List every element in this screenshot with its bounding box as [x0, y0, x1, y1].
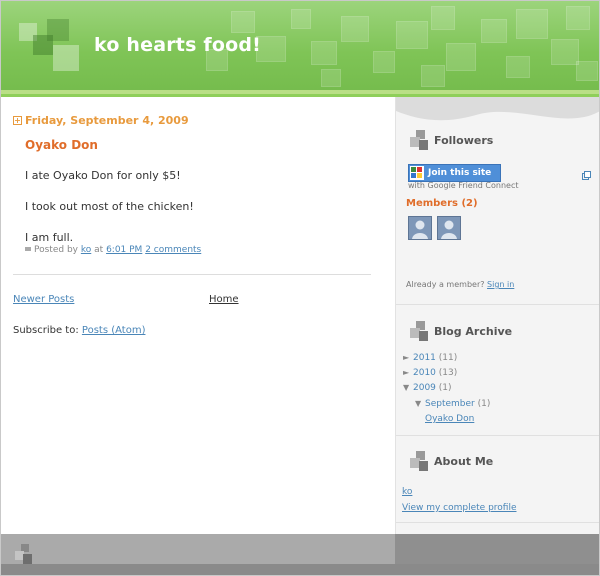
profile-name-link[interactable]: ko	[402, 487, 412, 497]
sign-in-link[interactable]: Sign in	[487, 280, 514, 289]
widget-squares-icon	[410, 130, 430, 152]
archive-count: (1)	[438, 383, 452, 393]
widget-squares-icon	[410, 451, 430, 473]
subscribe-label: Subscribe to:	[13, 325, 79, 336]
widget-squares-icon	[410, 321, 430, 343]
widget-separator	[396, 304, 599, 305]
google-friend-connect-icon	[410, 166, 424, 180]
archive-count: (1)	[477, 399, 491, 409]
triangle-icon[interactable]: ►	[403, 368, 413, 377]
comments-link[interactable]: 2 comments	[145, 245, 201, 255]
join-site-label: Join this site	[428, 168, 492, 178]
already-member-line: Already a member? Sign in	[406, 280, 514, 289]
triangle-icon[interactable]: ▼	[415, 399, 425, 408]
members-title: Members (2)	[406, 198, 478, 209]
at-label: at	[94, 245, 104, 255]
triangle-icon[interactable]: ▼	[403, 383, 413, 392]
join-site-button[interactable]: Join this site	[408, 164, 501, 182]
archive-count: (13)	[438, 368, 458, 378]
archive-item-2011[interactable]: ► 2011 (11)	[403, 353, 457, 363]
archive-item-september[interactable]: ▼ September (1)	[415, 399, 490, 409]
avatar-icon	[441, 220, 457, 239]
archive-post-oyako-don[interactable]: Oyako Don	[425, 414, 474, 424]
main-column: + Friday, September 4, 2009 Oyako Don I a…	[1, 97, 395, 534]
post-title: Oyako Don	[25, 138, 98, 152]
archive-year[interactable]: 2009	[413, 383, 436, 393]
about-me-title: About Me	[434, 455, 494, 468]
post-footer: Posted by ko at 6:01 PM 2 comments	[25, 245, 201, 255]
footer-squares-icon	[15, 544, 35, 570]
widget-separator	[396, 522, 599, 523]
triangle-icon[interactable]: ►	[403, 353, 413, 362]
subscribe-line: Subscribe to: Posts (Atom)	[13, 325, 145, 336]
sidebar: Followers Join this site with Google Fri…	[395, 97, 599, 534]
gfc-caption: with Google Friend Connect	[408, 181, 519, 190]
blog-archive-title: Blog Archive	[434, 325, 513, 338]
post-time-link[interactable]: 6:01 PM	[106, 245, 142, 255]
newer-posts-link[interactable]: Newer Posts	[13, 294, 74, 305]
view-profile-link[interactable]: View my complete profile	[402, 503, 517, 513]
post-body-line: I took out most of the chicken!	[25, 200, 194, 213]
post-date-header: + Friday, September 4, 2009	[13, 114, 189, 127]
member-avatar[interactable]	[437, 216, 461, 240]
post-date: Friday, September 4, 2009	[25, 114, 189, 127]
archive-item-2009[interactable]: ▼ 2009 (1)	[403, 383, 452, 393]
pencil-icon	[25, 247, 31, 251]
posts-atom-link[interactable]: Posts (Atom)	[82, 325, 146, 336]
blog-footer	[1, 534, 599, 575]
blog-title[interactable]: ko hearts food!	[94, 34, 261, 56]
archive-year[interactable]: 2011	[413, 353, 436, 363]
expand-icon[interactable]	[582, 165, 591, 180]
widget-separator	[396, 435, 599, 436]
blog-header: ko hearts food!	[1, 1, 599, 96]
archive-year[interactable]: 2010	[413, 368, 436, 378]
plus-icon: +	[13, 116, 22, 125]
post-body-line: I am full.	[25, 231, 74, 244]
blog-page: ko hearts food! + Friday, September 4, 20…	[0, 0, 600, 576]
divider	[13, 274, 371, 275]
already-member-label: Already a member?	[406, 280, 485, 289]
archive-month[interactable]: September	[425, 399, 475, 409]
avatar-icon	[412, 220, 428, 239]
footer-stripe	[1, 564, 599, 575]
author-link[interactable]: ko	[81, 245, 91, 255]
post-body-line: I ate Oyako Don for only $5!	[25, 169, 181, 182]
sidebar-wave	[396, 97, 599, 121]
archive-item-2010[interactable]: ► 2010 (13)	[403, 368, 457, 378]
followers-title: Followers	[434, 134, 494, 147]
member-avatar[interactable]	[408, 216, 432, 240]
home-link[interactable]: Home	[209, 294, 239, 305]
archive-count: (11)	[438, 353, 458, 363]
posted-by-label: Posted by	[34, 245, 78, 255]
